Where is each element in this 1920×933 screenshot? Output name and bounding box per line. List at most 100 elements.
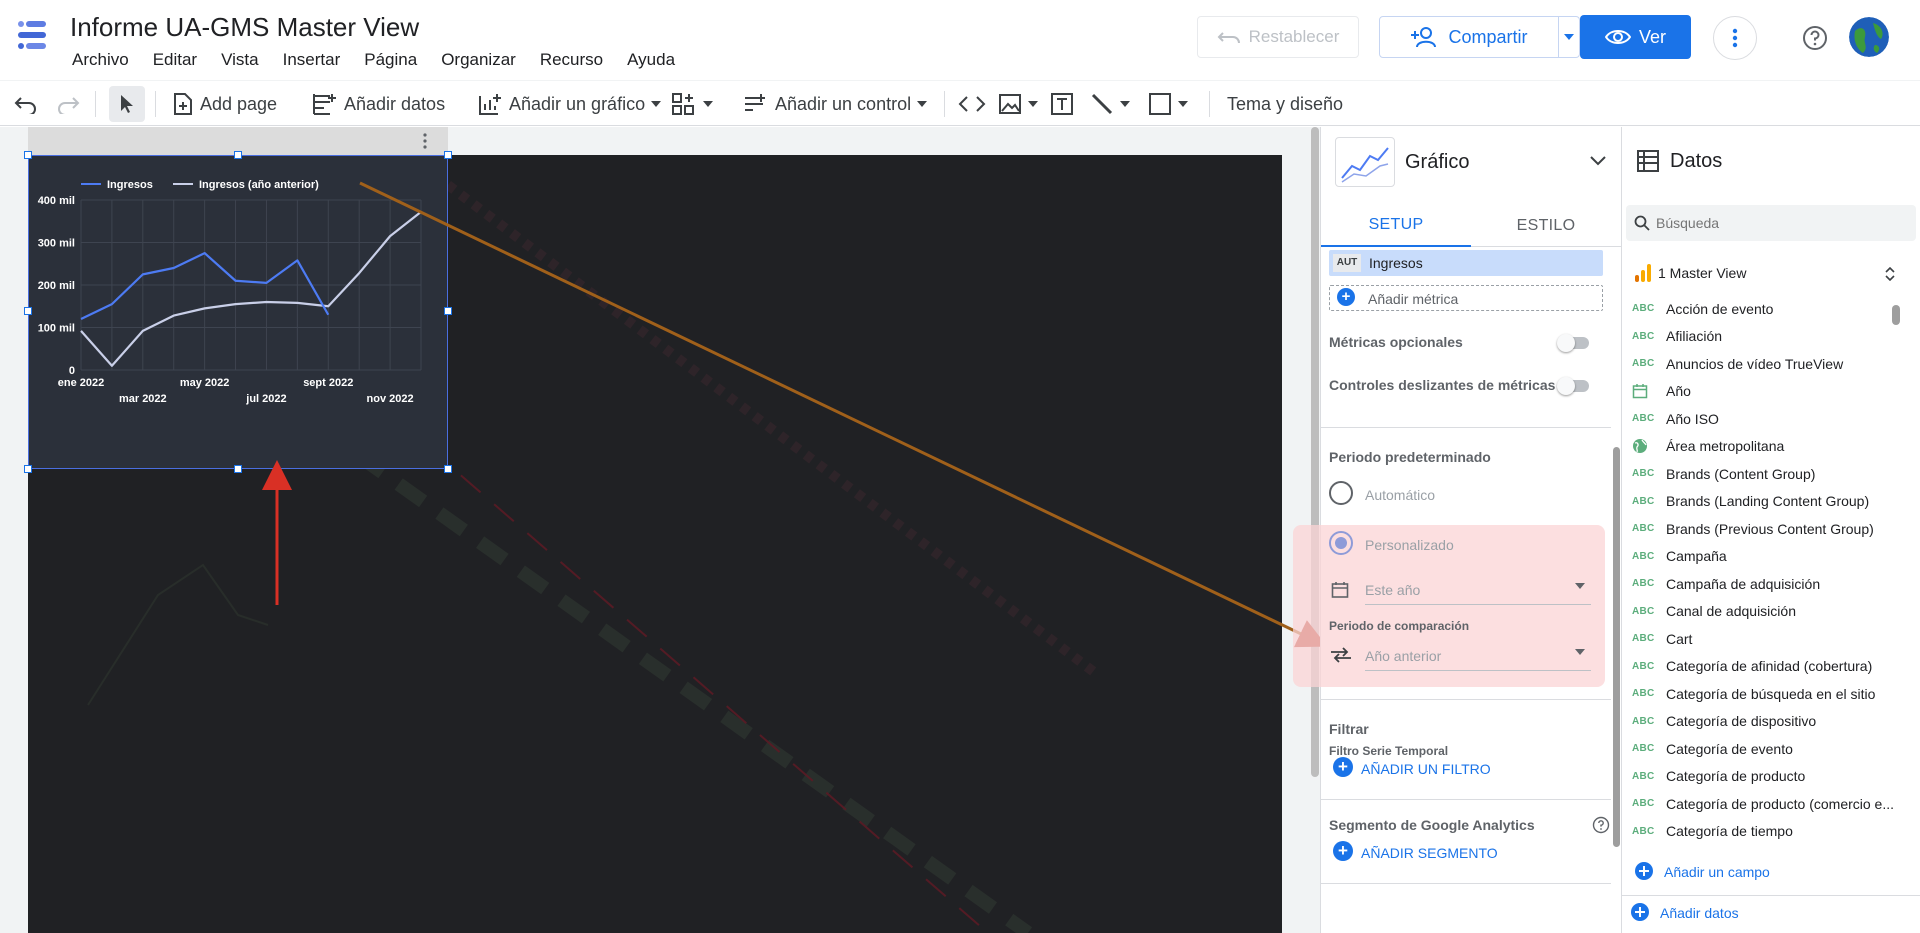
add-filter-button[interactable]: AÑADIR UN FILTRO: [1361, 761, 1491, 777]
comparison-period-select[interactable]: Año anterior: [1365, 648, 1441, 664]
reset-label: Restablecer: [1248, 27, 1340, 46]
menu-archivo[interactable]: Archivo: [60, 48, 141, 72]
field-item[interactable]: ABC Canal de adquisición: [1632, 598, 1796, 625]
time-series-chart-icon[interactable]: [1335, 137, 1395, 187]
add-component-button[interactable]: [671, 81, 713, 127]
resize-handle[interactable]: [444, 465, 452, 473]
add-data-source-button[interactable]: Añadir datos: [1660, 905, 1739, 921]
redo-button[interactable]: [56, 81, 80, 127]
more-options-button[interactable]: [1713, 16, 1757, 60]
collapse-icon[interactable]: [1884, 267, 1896, 281]
caret-down-icon[interactable]: [1575, 583, 1585, 589]
select-tool-button[interactable]: [109, 86, 145, 122]
line-button[interactable]: [1090, 81, 1130, 127]
field-item[interactable]: Año: [1632, 378, 1691, 405]
field-item[interactable]: ABC Campaña de adquisición: [1632, 570, 1820, 597]
field-label: Canal de adquisición: [1666, 603, 1796, 619]
image-button[interactable]: [998, 81, 1038, 127]
embed-url-button[interactable]: [958, 81, 986, 127]
menu-recurso[interactable]: Recurso: [528, 48, 615, 72]
field-item[interactable]: ABC Acción de evento: [1632, 295, 1773, 322]
report-title[interactable]: Informe UA-GMS Master View: [70, 12, 419, 43]
add-segment-button[interactable]: AÑADIR SEGMENTO: [1361, 845, 1498, 861]
menu-pagina[interactable]: Página: [352, 48, 429, 72]
field-item[interactable]: ABC Campaña: [1632, 543, 1727, 570]
section-divider: [1321, 699, 1611, 700]
field-item[interactable]: ABC Categoría de dispositivo: [1632, 708, 1816, 735]
add-circle-icon[interactable]: [1630, 902, 1650, 922]
metric-sliders-toggle[interactable]: [1557, 377, 1589, 395]
metric-chip[interactable]: AUT Ingresos: [1329, 250, 1603, 276]
optional-metrics-toggle[interactable]: [1557, 334, 1589, 352]
time-series-chart[interactable]: 0 100 mil 200 mil 300 mil 400 mil ene 2022 may…: [28, 155, 448, 469]
shape-button[interactable]: [1148, 81, 1188, 127]
resize-handle[interactable]: [444, 307, 452, 315]
add-control-button[interactable]: Añadir un control: [743, 81, 928, 127]
field-item[interactable]: ABC Brands (Landing Content Group): [1632, 488, 1869, 515]
help-icon[interactable]: [1801, 24, 1829, 52]
field-item[interactable]: ABC Categoría de búsqueda en el sitio: [1632, 680, 1875, 707]
menu-editar[interactable]: Editar: [141, 48, 209, 72]
field-item[interactable]: ABC Brands (Content Group): [1632, 460, 1815, 487]
search-input[interactable]: [1656, 213, 1906, 233]
resize-handle[interactable]: [24, 465, 32, 473]
menu-insertar[interactable]: Insertar: [271, 48, 353, 72]
reset-button[interactable]: Restablecer: [1197, 16, 1359, 58]
resize-handle[interactable]: [234, 465, 242, 473]
avatar[interactable]: [1849, 17, 1889, 57]
field-item[interactable]: ABC Cart: [1632, 625, 1692, 652]
tab-setup[interactable]: SETUP: [1321, 205, 1471, 247]
add-circle-icon[interactable]: +: [1333, 841, 1353, 861]
share-button[interactable]: Compartir: [1379, 16, 1559, 58]
looker-studio-logo-icon[interactable]: [16, 18, 52, 54]
menu-vista[interactable]: Vista: [209, 48, 271, 72]
resize-handle[interactable]: [444, 151, 452, 159]
field-item[interactable]: ABC Anuncios de vídeo TrueView: [1632, 350, 1843, 377]
add-chart-button[interactable]: Añadir un gráfico: [477, 81, 662, 127]
text-button[interactable]: [1050, 81, 1074, 127]
field-item[interactable]: ABC Categoría de tiempo: [1632, 818, 1793, 845]
field-item[interactable]: ABC Categoría de producto: [1632, 763, 1805, 790]
field-item[interactable]: ABC Categoría de evento: [1632, 735, 1793, 762]
field-item[interactable]: ABC Afiliación: [1632, 323, 1722, 350]
text-field-icon: ABC: [1632, 825, 1655, 837]
field-item[interactable]: ABC Categoría de afinidad (cobertura): [1632, 653, 1872, 680]
view-button[interactable]: Ver: [1580, 15, 1691, 59]
calendar-icon: [1331, 582, 1349, 598]
date-range-select[interactable]: Este año: [1365, 582, 1420, 598]
radio-custom[interactable]: [1329, 531, 1353, 555]
add-metric-button[interactable]: + Añadir métrica: [1329, 285, 1603, 311]
add-circle-icon[interactable]: +: [1333, 757, 1353, 777]
add-page-button[interactable]: Add page: [172, 81, 277, 127]
share-dropdown-button[interactable]: [1558, 16, 1580, 58]
menu-ayuda[interactable]: Ayuda: [615, 48, 687, 72]
resize-handle[interactable]: [24, 151, 32, 159]
undo-button[interactable]: [14, 81, 38, 127]
tab-style[interactable]: ESTILO: [1471, 205, 1621, 247]
field-label: Campaña de adquisición: [1666, 575, 1821, 592]
help-icon[interactable]: [1592, 816, 1610, 834]
field-item[interactable]: Área metropolitana: [1632, 433, 1784, 460]
data-source-name[interactable]: 1 Master View: [1658, 265, 1746, 281]
field-item[interactable]: ABC Año ISO: [1632, 405, 1719, 432]
add-field-button[interactable]: Añadir un campo: [1664, 864, 1770, 880]
field-item[interactable]: ABC Categoría de producto (comercio e...: [1632, 790, 1894, 817]
add-circle-icon[interactable]: [1634, 861, 1654, 881]
more-vert-icon[interactable]: [422, 133, 428, 149]
theme-layout-button[interactable]: Tema y diseño: [1227, 81, 1343, 127]
add-data-button[interactable]: Añadir datos: [312, 81, 445, 127]
caret-down-icon[interactable]: [1575, 649, 1585, 655]
resize-handle[interactable]: [234, 151, 242, 159]
menu-organizar[interactable]: Organizar: [429, 48, 528, 72]
share-label: Compartir: [1448, 26, 1528, 47]
data-panel-scrollbar[interactable]: [1892, 305, 1900, 325]
resize-handle[interactable]: [24, 307, 32, 315]
chevron-down-icon[interactable]: [1589, 155, 1607, 167]
field-item[interactable]: ABC Brands (Previous Content Group): [1632, 515, 1874, 542]
radio-automatic[interactable]: [1329, 481, 1353, 505]
data-search-field[interactable]: [1626, 205, 1916, 241]
x-tick-label: ene 2022: [58, 377, 104, 389]
field-label: Categoría de evento: [1666, 740, 1793, 757]
calendar-icon: [1632, 383, 1654, 399]
properties-scrollbar[interactable]: [1613, 447, 1620, 847]
